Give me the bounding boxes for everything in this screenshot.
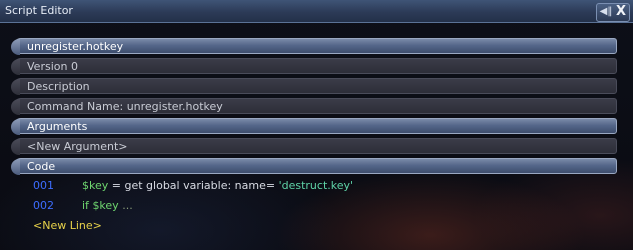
statement: if $key ... (82, 198, 133, 214)
script-editor-panel: unregister.hotkey Version 0 Description … (9, 34, 617, 244)
arguments-header-label: Arguments (27, 120, 88, 133)
assign-operator: = (111, 179, 121, 192)
collapse-icon[interactable]: ◀‖ (599, 5, 613, 19)
version-row[interactable]: Version 0 (11, 58, 617, 75)
window-controls: ◀‖ X (596, 3, 630, 22)
code-header-label: Code (27, 160, 56, 173)
description-label: Description (27, 80, 90, 93)
command-name-label: Command Name: unregister.hotkey (27, 100, 223, 113)
variable: $key (82, 179, 109, 192)
string-literal: 'destruct.key' (278, 179, 354, 192)
command-name-row[interactable]: Command Name: unregister.hotkey (11, 98, 617, 115)
title-bar[interactable]: Script Editor ◀‖ X (0, 0, 633, 23)
version-label: Version 0 (27, 60, 78, 73)
line-number: 002 (33, 199, 54, 212)
script-name: unregister.hotkey (27, 40, 124, 53)
line-number: 001 (33, 179, 54, 192)
variable: $key (92, 199, 119, 212)
description-row[interactable]: Description (11, 78, 617, 95)
statement: $key = get global variable: name= 'destr… (82, 178, 353, 194)
new-argument-row[interactable]: <New Argument> (11, 138, 617, 155)
new-line-row[interactable]: <New Line> (33, 218, 233, 234)
script-name-row[interactable]: unregister.hotkey (11, 38, 617, 55)
new-argument-label: <New Argument> (27, 140, 128, 153)
code-line-2[interactable]: 002 if $key ... (33, 198, 593, 214)
window-title: Script Editor (5, 4, 73, 17)
code-header[interactable]: Code (11, 158, 617, 175)
arguments-header[interactable]: Arguments (11, 118, 617, 135)
command-text: get global variable: name= (124, 179, 276, 192)
ellipsis: ... (122, 199, 133, 212)
new-line-label: <New Line> (33, 219, 102, 232)
code-line-1[interactable]: 001 $key = get global variable: name= 'd… (33, 178, 593, 194)
keyword-if: if (82, 199, 89, 212)
close-button[interactable]: X (614, 4, 628, 20)
